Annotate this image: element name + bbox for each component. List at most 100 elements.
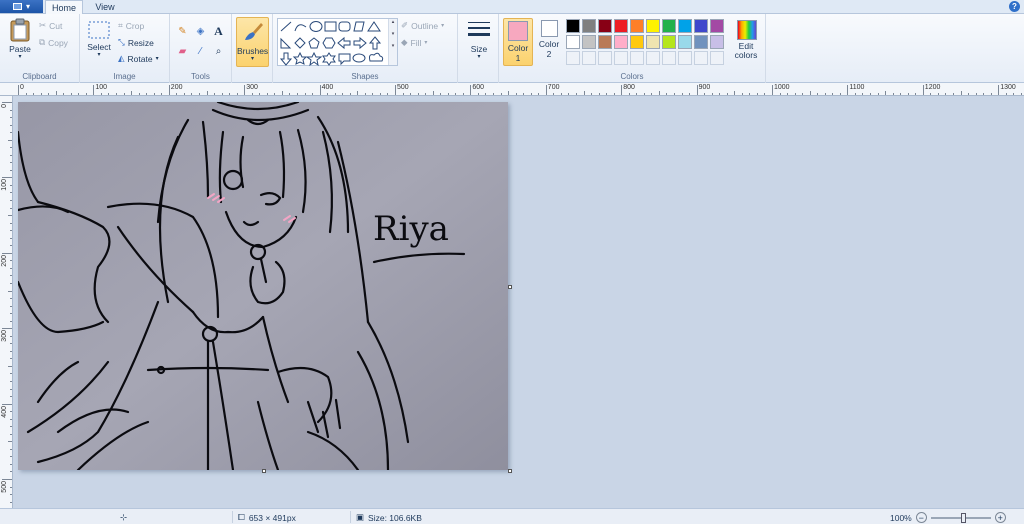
palette-swatch[interactable] [566, 35, 580, 49]
palette-swatch-empty[interactable] [630, 51, 644, 65]
zoom-controls: 100% − + [890, 512, 1006, 523]
palette-swatch[interactable] [646, 19, 660, 33]
palette-swatch[interactable] [630, 35, 644, 49]
ruler-tick [10, 411, 12, 413]
palette-swatch[interactable] [582, 35, 596, 49]
palette-swatch-empty[interactable] [694, 51, 708, 65]
palette-swatch[interactable] [646, 35, 660, 49]
palette-swatch[interactable] [662, 35, 676, 49]
zoom-slider[interactable] [930, 512, 991, 523]
resize-handle-right[interactable] [508, 285, 512, 289]
resize-handle-bottom[interactable] [262, 469, 266, 473]
ruler-label: 100 [95, 84, 108, 91]
ruler-tick [764, 93, 766, 95]
palette-swatch[interactable] [678, 19, 692, 33]
select-label: Select [87, 42, 111, 52]
cut-button[interactable]: ✂ Cut [39, 20, 62, 31]
select-button[interactable]: Select ▾ [84, 20, 114, 58]
palette-swatch[interactable] [694, 19, 708, 33]
ruler-tick [387, 93, 389, 95]
rotate-button[interactable]: ◭ Rotate ▾ [118, 53, 159, 64]
ruler-tick [8, 139, 12, 141]
ruler-tick [952, 93, 954, 95]
edit-colors-button[interactable]: Edit colors [731, 20, 763, 60]
palette-swatch[interactable] [678, 35, 692, 49]
crop-button[interactable]: ⌗ Crop [118, 20, 144, 31]
color1-button[interactable]: Color 1 [503, 18, 533, 66]
ruler-tick [289, 93, 291, 95]
palette-swatch-empty[interactable] [614, 51, 628, 65]
eraser-icon[interactable]: ▰ [175, 44, 190, 58]
ruler-tick [8, 290, 12, 292]
curve-shape-icon [294, 24, 307, 32]
fill-bucket-icon[interactable]: ◈ [193, 24, 208, 38]
ruler-tick [560, 93, 562, 95]
ruler-label: 600 [472, 84, 485, 91]
palette-swatch[interactable] [694, 35, 708, 49]
palette-swatch[interactable] [566, 19, 580, 33]
zoom-slider-thumb[interactable] [960, 512, 966, 523]
ruler-tick [990, 93, 992, 95]
ruler-label: 300 [1, 330, 8, 342]
ruler-tick [1005, 93, 1007, 95]
palette-swatch-empty[interactable] [598, 51, 612, 65]
drawing-canvas[interactable]: Riya [18, 102, 508, 470]
palette-swatch-empty[interactable] [678, 51, 692, 65]
zoom-out-icon[interactable]: − [915, 512, 927, 523]
copy-button[interactable]: ⧉ Copy [39, 37, 68, 48]
tab-view[interactable]: View [88, 0, 122, 14]
ribbon: Paste ▾ ✂ Cut ⧉ Copy Clipboard Select ▾ … [0, 14, 1024, 83]
text-tool-icon[interactable]: A [211, 24, 226, 38]
help-icon[interactable]: ? [1009, 1, 1020, 12]
ruler-tick [395, 85, 396, 95]
tab-home[interactable]: Home [45, 0, 83, 15]
resize-button[interactable]: ⤡ Resize [118, 37, 154, 48]
ruler-tick [817, 93, 819, 95]
color2-button[interactable]: Color 2 [536, 20, 562, 59]
resize-label: Resize [127, 37, 154, 48]
paste-button[interactable]: Paste ▾ [6, 18, 34, 60]
palette-swatch[interactable] [614, 35, 628, 49]
ruler-tick [10, 192, 12, 194]
palette-swatch[interactable] [710, 35, 724, 49]
shapes-scrollbar[interactable]: ▴ ▾ ▾ [388, 19, 397, 65]
ruler-tick [10, 448, 12, 450]
callout-rect-shape-icon [338, 53, 351, 66]
tools-group-label: Tools [191, 72, 210, 81]
ruler-label: 200 [1, 254, 8, 267]
ruler-label: 500 [1, 481, 8, 493]
resize-handle-corner[interactable] [508, 469, 512, 473]
brushes-label: Brushes [237, 46, 269, 56]
palette-swatch[interactable] [582, 19, 596, 33]
ruler-tick [2, 252, 12, 254]
zoom-in-icon[interactable]: + [994, 512, 1006, 523]
size-button[interactable]: Size ▾ [462, 20, 496, 60]
palette-swatch-empty[interactable] [582, 51, 596, 65]
palette-swatch[interactable] [710, 19, 724, 33]
palette-swatch-empty[interactable] [566, 51, 580, 65]
diamond-shape-icon [294, 37, 306, 49]
outline-icon: ✐ [401, 20, 409, 30]
ruler-tick [10, 237, 12, 239]
file-menu-button[interactable]: ▾ [0, 0, 43, 13]
palette-swatch[interactable] [630, 19, 644, 33]
line-shape-icon [280, 21, 292, 32]
color2-label: Color 2 [538, 39, 560, 59]
pencil-icon[interactable]: ✎ [175, 24, 190, 38]
fill-button[interactable]: ◆ Fill ▾ [401, 37, 427, 48]
palette-swatch-empty[interactable] [646, 51, 660, 65]
palette-swatch-empty[interactable] [710, 51, 724, 65]
palette-swatch[interactable] [662, 19, 676, 33]
brushes-button[interactable]: Brushes ▾ [236, 17, 269, 67]
palette-swatch[interactable] [598, 19, 612, 33]
color-picker-icon[interactable]: ⁄ [193, 44, 208, 58]
outline-button[interactable]: ✐ Outline ▾ [401, 20, 444, 31]
palette-swatch[interactable] [614, 19, 628, 33]
ruler-tick [10, 456, 12, 458]
magnifier-icon[interactable]: ⌕ [211, 44, 226, 58]
ruler-tick [10, 169, 12, 171]
ruler-label: 1300 [1000, 84, 1016, 91]
palette-swatch-empty[interactable] [662, 51, 676, 65]
palette-swatch[interactable] [598, 35, 612, 49]
ruler-tick [10, 245, 12, 247]
